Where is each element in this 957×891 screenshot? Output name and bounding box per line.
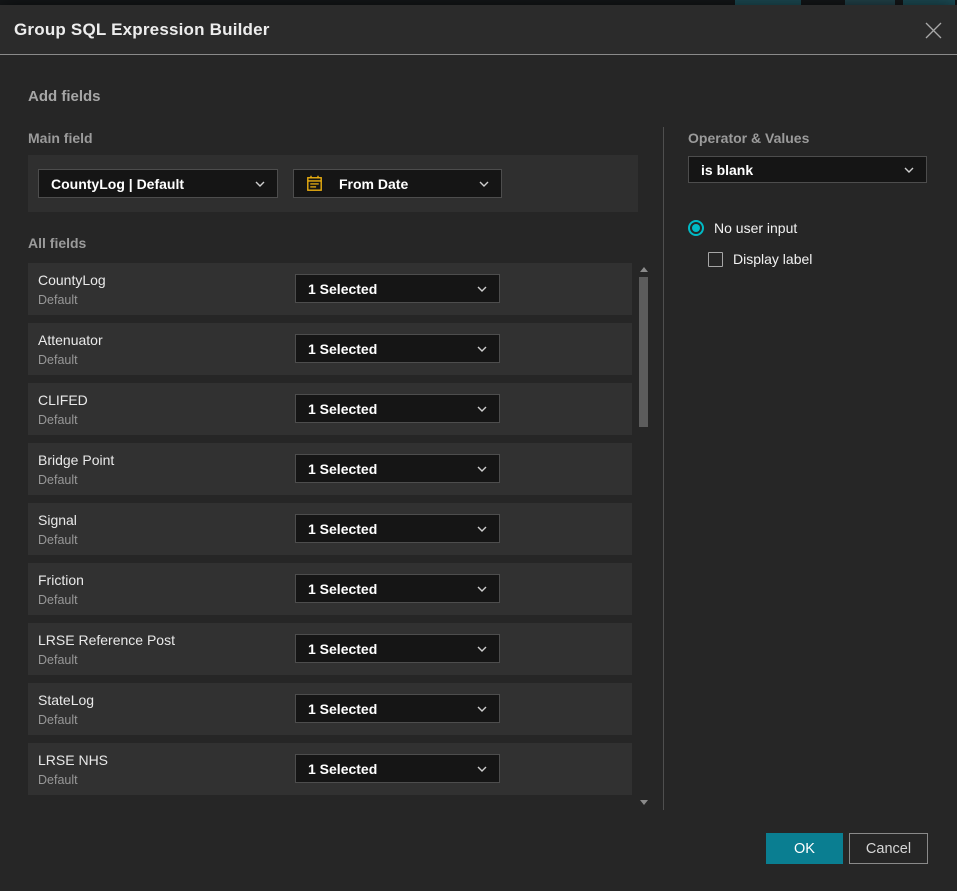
- field-values-select-value: 1 Selected: [308, 581, 469, 597]
- field-row: LRSE Reference Post Default 1 Selected: [28, 623, 632, 675]
- chevron-down-icon: [477, 646, 487, 652]
- field-values-select[interactable]: 1 Selected: [295, 394, 500, 423]
- field-values-select-value: 1 Selected: [308, 521, 469, 537]
- field-subtitle: Default: [38, 773, 78, 787]
- main-layer-select-value: CountyLog | Default: [51, 176, 247, 192]
- field-values-select-value: 1 Selected: [308, 281, 469, 297]
- field-row: CountyLog Default 1 Selected: [28, 263, 632, 315]
- main-layer-select[interactable]: CountyLog | Default: [38, 169, 278, 198]
- display-label-checkbox-row[interactable]: Display label: [708, 251, 812, 267]
- main-field-select-value: From Date: [339, 176, 463, 192]
- field-row: StateLog Default 1 Selected: [28, 683, 632, 735]
- radio-dot: [692, 224, 700, 232]
- field-name: StateLog: [38, 692, 94, 708]
- field-values-select-value: 1 Selected: [308, 401, 469, 417]
- field-subtitle: Default: [38, 533, 78, 547]
- close-button[interactable]: [919, 16, 947, 44]
- field-subtitle: Default: [38, 593, 78, 607]
- field-values-select[interactable]: 1 Selected: [295, 334, 500, 363]
- chevron-down-icon: [477, 766, 487, 772]
- field-name: CountyLog: [38, 272, 106, 288]
- fields-list-scrollbar[interactable]: [639, 262, 649, 807]
- operator-select[interactable]: is blank: [688, 156, 927, 183]
- chevron-down-icon: [477, 526, 487, 532]
- display-label-label: Display label: [733, 251, 812, 267]
- field-row: Friction Default 1 Selected: [28, 563, 632, 615]
- main-field-panel: CountyLog | Default From Date: [28, 155, 638, 212]
- field-subtitle: Default: [38, 473, 78, 487]
- main-field-select[interactable]: From Date: [293, 169, 502, 198]
- operator-values-heading: Operator & Values: [688, 130, 809, 146]
- chevron-down-icon: [479, 181, 489, 187]
- chevron-down-icon: [477, 706, 487, 712]
- cancel-button[interactable]: Cancel: [849, 833, 928, 864]
- scroll-down-arrow-icon[interactable]: [640, 800, 648, 805]
- dialog-titlebar: Group SQL Expression Builder: [0, 5, 957, 55]
- main-field-heading: Main field: [28, 130, 93, 146]
- no-user-input-radio-row[interactable]: No user input: [688, 220, 797, 236]
- field-subtitle: Default: [38, 293, 78, 307]
- field-subtitle: Default: [38, 353, 78, 367]
- scroll-up-arrow-icon[interactable]: [640, 267, 648, 272]
- radio-selected-icon[interactable]: [688, 220, 704, 236]
- field-row: Attenuator Default 1 Selected: [28, 323, 632, 375]
- field-values-select-value: 1 Selected: [308, 641, 469, 657]
- field-name: CLIFED: [38, 392, 88, 408]
- field-subtitle: Default: [38, 653, 78, 667]
- field-name: LRSE Reference Post: [38, 632, 175, 648]
- checkbox-unchecked-icon[interactable]: [708, 252, 723, 267]
- field-row: Signal Default 1 Selected: [28, 503, 632, 555]
- field-values-select[interactable]: 1 Selected: [295, 454, 500, 483]
- field-values-select[interactable]: 1 Selected: [295, 754, 500, 783]
- field-values-select[interactable]: 1 Selected: [295, 274, 500, 303]
- field-subtitle: Default: [38, 413, 78, 427]
- chevron-down-icon: [477, 586, 487, 592]
- dialog-title: Group SQL Expression Builder: [14, 20, 270, 40]
- field-values-select[interactable]: 1 Selected: [295, 634, 500, 663]
- field-row: Bridge Point Default 1 Selected: [28, 443, 632, 495]
- field-values-select-value: 1 Selected: [308, 761, 469, 777]
- no-user-input-label: No user input: [714, 220, 797, 236]
- field-values-select-value: 1 Selected: [308, 701, 469, 717]
- field-subtitle: Default: [38, 713, 78, 727]
- field-name: LRSE NHS: [38, 752, 108, 768]
- field-values-select[interactable]: 1 Selected: [295, 574, 500, 603]
- field-row: CLIFED Default 1 Selected: [28, 383, 632, 435]
- all-fields-heading: All fields: [28, 235, 86, 251]
- chevron-down-icon: [477, 346, 487, 352]
- group-sql-expression-builder-dialog: Group SQL Expression Builder Add fields …: [0, 5, 957, 891]
- operator-select-value: is blank: [701, 162, 896, 178]
- panel-divider: [663, 127, 664, 810]
- add-fields-heading: Add fields: [28, 88, 101, 105]
- ok-button[interactable]: OK: [766, 833, 843, 864]
- chevron-down-icon: [477, 406, 487, 412]
- field-name: Attenuator: [38, 332, 103, 348]
- field-row: LRSE NHS Default 1 Selected: [28, 743, 632, 795]
- field-name: Signal: [38, 512, 77, 528]
- field-values-select[interactable]: 1 Selected: [295, 514, 500, 543]
- calendar-icon: [306, 175, 323, 192]
- field-values-select-value: 1 Selected: [308, 461, 469, 477]
- field-values-select[interactable]: 1 Selected: [295, 694, 500, 723]
- scrollbar-thumb[interactable]: [639, 277, 648, 427]
- chevron-down-icon: [477, 466, 487, 472]
- chevron-down-icon: [255, 181, 265, 187]
- chevron-down-icon: [904, 167, 914, 173]
- field-values-select-value: 1 Selected: [308, 341, 469, 357]
- chevron-down-icon: [477, 286, 487, 292]
- close-icon: [925, 22, 942, 39]
- field-name: Bridge Point: [38, 452, 114, 468]
- field-name: Friction: [38, 572, 84, 588]
